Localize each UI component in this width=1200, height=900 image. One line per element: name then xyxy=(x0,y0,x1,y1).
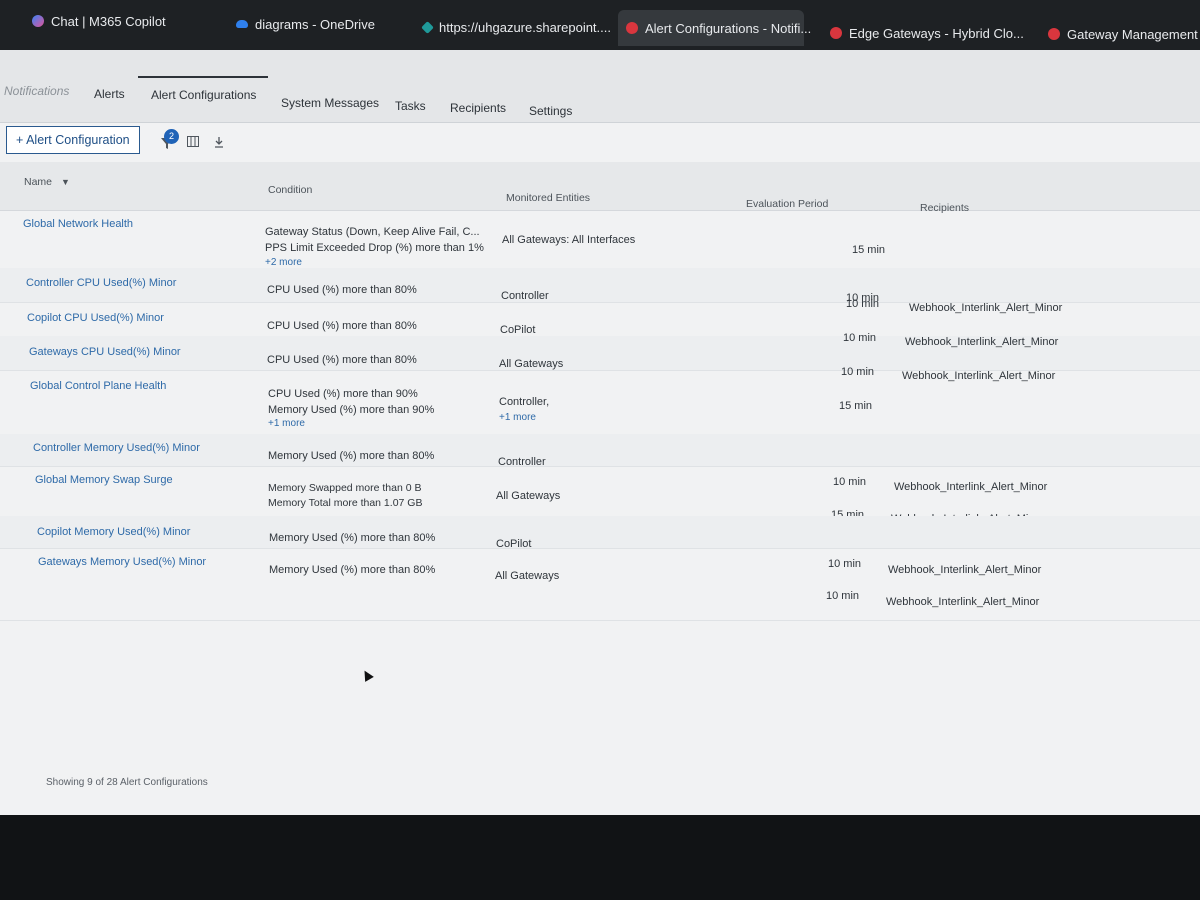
tab-settings[interactable]: Settings xyxy=(529,104,572,118)
row-recipients: Webhook_Interlink_Alert_Minor xyxy=(894,481,1048,493)
row-condition: Memory Used (%) more than 80% xyxy=(269,564,436,576)
row-evaluation-period: 15 min xyxy=(852,244,886,256)
browser-tab-strip: Chat | M365 Copilot diagrams - OneDrive … xyxy=(0,0,1200,50)
browser-tab-title: diagrams - OneDrive xyxy=(255,16,375,32)
row-evaluation-period: 10 min xyxy=(843,332,877,344)
row-condition: CPU Used (%) more than 80% xyxy=(267,354,417,366)
row-condition: Memory Used (%) more than 80% xyxy=(269,532,436,544)
row-name-link[interactable]: Global Control Plane Health xyxy=(30,378,166,394)
table-row[interactable]: Gateways CPU Used(%) Minor CPU Used (%) … xyxy=(0,332,1200,371)
onedrive-icon xyxy=(236,20,248,28)
row-condition: Gateway Status (Down, Keep Alive Fail, C… xyxy=(265,226,480,238)
browser-tab-title: Chat | M365 Copilot xyxy=(51,13,166,29)
browser-tab-title: Edge Gateways - Hybrid Clo... xyxy=(849,25,1024,41)
table-row[interactable]: Gateways Memory Used(%) Minor Memory Use… xyxy=(0,548,1200,621)
row-recipients: Webhook_Interlink_Alert_Minor xyxy=(886,596,1040,608)
row-monitored-entities: All Gateways xyxy=(495,570,560,582)
row-evaluation-period: 10 min xyxy=(833,476,867,488)
column-header-evaluation-period[interactable]: Evaluation Period xyxy=(746,198,828,210)
row-evaluation-period: 10 min xyxy=(846,298,880,310)
add-alert-configuration-button[interactable]: + Alert Configuration xyxy=(6,126,140,154)
alert-configurations-table: Name ▼ Condition Monitored Entities Eval… xyxy=(0,162,1200,815)
filter-count-badge: 2 xyxy=(164,129,179,144)
row-condition: CPU Used (%) more than 80% xyxy=(267,284,417,296)
row-recipients: Webhook_Interlink_Alert_Minor xyxy=(909,302,1063,314)
browser-tab-copilot[interactable]: Chat | M365 Copilot xyxy=(24,0,214,42)
row-name-link[interactable]: Controller CPU Used(%) Minor xyxy=(26,275,176,291)
app-window: Notifications Alerts Alert Configuration… xyxy=(0,50,1200,815)
tab-recipients[interactable]: Recipients xyxy=(450,101,506,115)
browser-tab-title: Gateway Management xyxy=(1067,26,1198,42)
tab-alert-configurations[interactable]: Alert Configurations xyxy=(138,76,269,102)
tab-tasks[interactable]: Tasks xyxy=(395,99,426,113)
table-row[interactable]: Copilot Memory Used(%) Minor Memory Used… xyxy=(0,516,1200,550)
row-condition: CPU Used (%) more than 80% xyxy=(267,320,417,332)
row-condition: Memory Swapped more than 0 B xyxy=(268,482,422,494)
table-row[interactable]: Global Memory Swap Surge Memory Swapped … xyxy=(0,466,1200,525)
row-condition: PPS Limit Exceeded Drop (%) more than 1% xyxy=(265,242,484,254)
row-evaluation-period: 10 min xyxy=(826,590,860,602)
row-name-link[interactable]: Gateways CPU Used(%) Minor xyxy=(29,344,181,360)
copilot-icon xyxy=(32,15,44,27)
row-name-link[interactable]: Copilot Memory Used(%) Minor xyxy=(37,524,190,540)
table-header: Name ▼ Condition Monitored Entities Eval… xyxy=(0,162,1200,214)
app-nav-tabs: Notifications Alerts Alert Configuration… xyxy=(0,50,1200,123)
row-name-link[interactable]: Controller Memory Used(%) Minor xyxy=(33,440,200,456)
row-name-link[interactable]: Global Memory Swap Surge xyxy=(35,472,173,488)
table-row[interactable]: Global Network Health Gateway Status (Do… xyxy=(0,210,1200,269)
row-entities-more-link[interactable]: +1 more xyxy=(499,410,536,426)
row-recipients: Webhook_Interlink_Alert_Minor xyxy=(902,370,1056,382)
red-app-icon xyxy=(830,27,842,39)
column-header-condition[interactable]: Condition xyxy=(268,184,312,196)
add-label: + Alert Configuration xyxy=(16,133,130,147)
filter-button[interactable]: 2 xyxy=(160,129,180,151)
row-monitored-entities: All Gateways xyxy=(496,490,561,502)
row-evaluation-period: 15 min xyxy=(839,400,873,412)
red-app-icon xyxy=(1048,28,1060,40)
tab-notifications[interactable]: Notifications xyxy=(4,84,69,98)
sharepoint-icon xyxy=(421,20,434,34)
browser-tab-sharepoint[interactable]: https://uhgazure.sharepoint.... xyxy=(415,6,611,48)
browser-tab-title: https://uhgazure.sharepoint.... xyxy=(439,19,611,35)
table-row[interactable]: Global Control Plane Health CPU Used (%)… xyxy=(0,366,1200,435)
row-name-link[interactable]: Global Network Health xyxy=(23,216,133,232)
column-header-monitored-entities[interactable]: Monitored Entities xyxy=(506,192,590,204)
tab-alerts[interactable]: Alerts xyxy=(94,87,125,101)
sort-filter-icon[interactable]: ▼ xyxy=(61,177,70,187)
row-recipients: Webhook_Interlink_Alert_Minor xyxy=(905,336,1059,348)
browser-tab-title: Alert Configurations - Notifi... xyxy=(645,20,812,36)
column-header-label: Name xyxy=(24,176,53,188)
table-row[interactable]: Controller Memory Used(%) Minor Memory U… xyxy=(0,434,1200,468)
row-name-link[interactable]: Copilot CPU Used(%) Minor xyxy=(27,310,164,326)
row-condition: Memory Total more than 1.07 GB xyxy=(268,497,423,509)
table-row[interactable]: Controller CPU Used(%) Minor CPU Used (%… xyxy=(0,268,1200,304)
row-condition: CPU Used (%) more than 90% xyxy=(268,388,418,400)
table-row[interactable]: Copilot CPU Used(%) Minor CPU Used (%) m… xyxy=(0,298,1200,337)
row-evaluation-period: 10 min xyxy=(828,558,862,570)
row-condition-more-link[interactable]: +1 more xyxy=(268,416,305,432)
tab-system-messages[interactable]: System Messages xyxy=(281,96,379,110)
column-header-name[interactable]: Name ▼ xyxy=(24,176,70,188)
red-app-icon xyxy=(626,22,638,34)
row-monitored-entities: All Gateways: All Interfaces xyxy=(502,234,636,246)
row-evaluation-period: 10 min xyxy=(841,366,875,378)
toolbar: + Alert Configuration 2 xyxy=(0,122,1200,162)
pagination-summary: Showing 9 of 28 Alert Configurations xyxy=(46,777,208,788)
browser-tab-alert-configurations[interactable]: Alert Configurations - Notifi... xyxy=(618,10,811,46)
browser-tab-edge-gateways[interactable]: Edge Gateways - Hybrid Clo... xyxy=(822,12,1024,54)
monitor-bezel xyxy=(0,815,1200,900)
row-recipients: Webhook_Interlink_Alert_Minor xyxy=(888,564,1042,576)
download-icon[interactable] xyxy=(214,136,224,148)
browser-tab-gateway-management[interactable]: Gateway Management xyxy=(1040,13,1200,55)
columns-icon[interactable] xyxy=(187,136,199,147)
row-monitored-entities: Controller, xyxy=(499,396,550,408)
browser-tab-onedrive[interactable]: diagrams - OneDrive xyxy=(228,3,408,45)
row-condition: Memory Used (%) more than 80% xyxy=(268,450,435,462)
row-name-link[interactable]: Gateways Memory Used(%) Minor xyxy=(38,554,206,570)
